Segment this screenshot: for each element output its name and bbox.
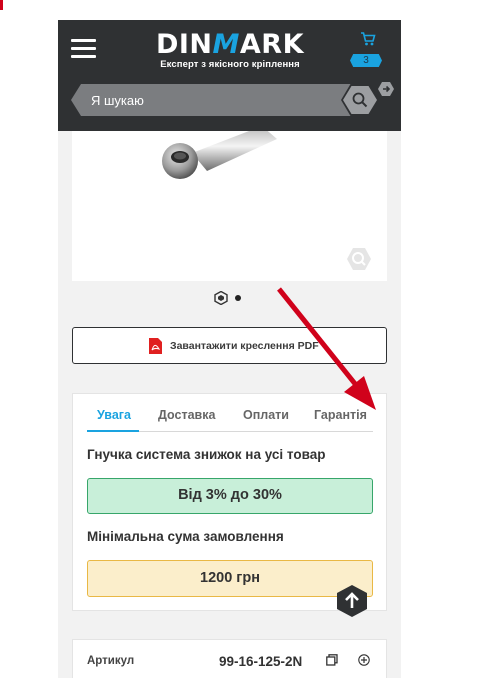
search-bar	[71, 84, 379, 116]
logo-text-left: DIN	[155, 29, 213, 60]
discount-range-box: Від 3% до 30%	[87, 478, 373, 514]
slide-dot[interactable]	[235, 295, 241, 301]
copy-icon[interactable]	[326, 654, 338, 666]
product-photo	[162, 126, 277, 179]
tab-warranty[interactable]: Гарантія	[314, 408, 367, 422]
logo-subtitle: Експерт з якісного кріплення	[160, 59, 300, 70]
sku-value: 99-16-125-2N	[219, 654, 303, 669]
min-order-heading: Мінімальна сума замовлення	[87, 529, 284, 544]
pdf-button-label: Завантажити креслення PDF	[170, 340, 319, 352]
slide-dot-active[interactable]	[214, 291, 228, 305]
product-image[interactable]	[72, 126, 387, 281]
product-details: Артикул 99-16-125-2N	[72, 639, 387, 678]
logo-text-accent: M	[212, 29, 240, 60]
info-card: Увага Доставка Оплати Гарантія Гнучка си…	[72, 393, 387, 611]
expand-plus-icon[interactable]	[358, 654, 370, 666]
cart-count-badge: 3	[350, 54, 382, 67]
tab-payments[interactable]: Оплати	[243, 408, 289, 422]
discount-heading: Гнучка система знижок на усі товар	[87, 447, 326, 462]
login-icon[interactable]	[378, 81, 394, 97]
scroll-to-top-button[interactable]	[337, 585, 367, 617]
pdf-icon	[149, 338, 162, 354]
site-header: DINMARK Експерт з якісного кріплення 3	[58, 20, 401, 131]
corner-mark	[0, 0, 3, 10]
cart-icon	[361, 32, 376, 46]
menu-icon[interactable]	[71, 39, 96, 58]
mobile-viewport: DINMARK Експерт з якісного кріплення 3 Я…	[58, 20, 401, 678]
download-pdf-button[interactable]: Завантажити креслення PDF	[72, 327, 387, 364]
min-order-box: 1200 грн	[87, 560, 373, 597]
tab-delivery[interactable]: Доставка	[158, 408, 215, 422]
tab-attention[interactable]: Увага	[97, 408, 131, 422]
zoom-icon[interactable]	[347, 247, 371, 271]
search-icon	[352, 92, 368, 108]
page: DINMARK Експерт з якісного кріплення 3 Я…	[0, 0, 490, 678]
active-tab-indicator	[87, 430, 139, 432]
site-logo[interactable]: DINMARK Експерт з якісного кріплення	[154, 31, 306, 71]
search-input[interactable]	[71, 84, 351, 116]
sku-label: Артикул	[87, 655, 135, 667]
info-tabs: Увага Доставка Оплати Гарантія	[87, 404, 373, 432]
logo-text-right: ARK	[239, 29, 305, 60]
cart-button[interactable]: 3	[350, 31, 384, 69]
